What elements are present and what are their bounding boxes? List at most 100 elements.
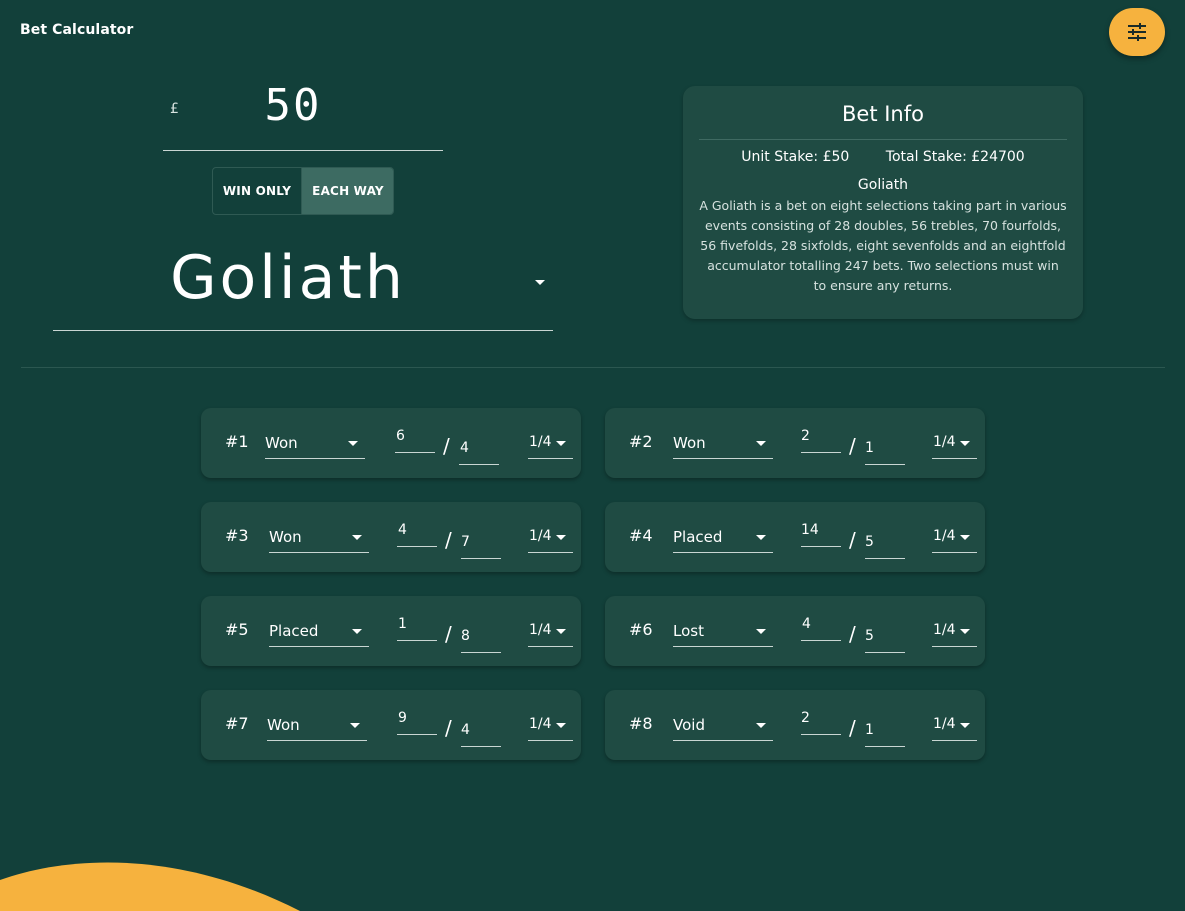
odds-numerator-input[interactable]: 14 <box>801 522 819 538</box>
odds-numerator-input[interactable]: 2 <box>801 428 810 444</box>
odds-slash: / <box>445 528 452 552</box>
each-way-terms-select[interactable]: 1/4 <box>933 622 956 638</box>
odds-denominator-input[interactable]: 1 <box>865 440 874 456</box>
odds-numerator-underline <box>801 546 841 547</box>
each-way-underline <box>528 740 573 741</box>
odds-numerator-underline <box>801 640 841 641</box>
selection-number: #8 <box>629 714 653 733</box>
each-way-underline <box>528 646 573 647</box>
selection-card: #6 Lost 4 / 5 1/4 <box>605 596 985 666</box>
each-way-underline <box>528 458 573 459</box>
odds-slash: / <box>445 716 452 740</box>
odds-denominator-underline <box>461 652 501 653</box>
bet-type-select[interactable]: Goliath <box>53 243 523 313</box>
settings-button[interactable] <box>1109 8 1165 56</box>
odds-denominator-underline <box>865 464 905 465</box>
chevron-down-icon[interactable] <box>556 535 566 540</box>
bet-info-description: A Goliath is a bet on eight selections t… <box>699 198 1067 293</box>
selection-number: #6 <box>629 620 653 639</box>
chevron-down-icon[interactable] <box>960 441 970 446</box>
odds-slash: / <box>849 434 856 458</box>
unit-stake: Unit Stake: £50 <box>741 149 850 165</box>
selection-card: #3 Won 4 / 7 1/4 <box>201 502 581 572</box>
each-way-terms-select[interactable]: 1/4 <box>529 434 552 450</box>
selection-card: #4 Placed 14 / 5 1/4 <box>605 502 985 572</box>
stake-input-underline <box>163 150 443 151</box>
each-way-terms-select[interactable]: 1/4 <box>529 622 552 638</box>
chevron-down-icon[interactable] <box>960 535 970 540</box>
bet-info-title: Bet Info <box>842 102 924 126</box>
each-way-terms-select[interactable]: 1/4 <box>933 434 956 450</box>
odds-denominator-underline <box>461 746 501 747</box>
odds-denominator-input[interactable]: 8 <box>461 628 470 644</box>
odds-denominator-input[interactable]: 4 <box>461 722 470 738</box>
status-underline <box>673 646 773 647</box>
app-title: Bet Calculator <box>20 22 134 38</box>
chevron-down-icon[interactable] <box>348 441 358 446</box>
selection-card: #1 Won 6 / 4 1/4 <box>201 408 581 478</box>
odds-numerator-underline <box>801 452 841 453</box>
chevron-down-icon[interactable] <box>756 629 766 634</box>
status-underline <box>673 552 773 553</box>
win-only-button[interactable]: WIN ONLY <box>213 168 302 214</box>
odds-denominator-input[interactable]: 7 <box>461 534 470 550</box>
chevron-down-icon[interactable] <box>960 629 970 634</box>
chevron-down-icon[interactable] <box>960 723 970 728</box>
chevron-down-icon[interactable] <box>756 723 766 728</box>
chevron-down-icon[interactable] <box>756 535 766 540</box>
odds-slash: / <box>443 434 450 458</box>
status-underline <box>673 458 773 459</box>
status-underline <box>269 552 369 553</box>
status-underline <box>673 740 773 741</box>
selection-number: #4 <box>629 526 653 545</box>
each-way-underline <box>528 552 573 553</box>
selection-card: #5 Placed 1 / 8 1/4 <box>201 596 581 666</box>
chevron-down-icon[interactable] <box>556 723 566 728</box>
selection-card: #2 Won 2 / 1 1/4 <box>605 408 985 478</box>
section-divider <box>21 367 1165 368</box>
bet-mode-toggle: WIN ONLY EACH WAY <box>212 167 394 215</box>
chevron-down-icon[interactable] <box>350 723 360 728</box>
chevron-down-icon[interactable] <box>556 441 566 446</box>
odds-slash: / <box>849 528 856 552</box>
each-way-underline <box>932 646 977 647</box>
odds-denominator-input[interactable]: 4 <box>460 440 469 456</box>
chevron-down-icon[interactable] <box>352 629 362 634</box>
odds-denominator-underline <box>865 652 905 653</box>
bet-info-stakes: Unit Stake: £50 Total Stake: £24700 <box>683 149 1083 165</box>
odds-denominator-input[interactable]: 1 <box>865 722 874 738</box>
odds-numerator-input[interactable]: 6 <box>396 428 405 444</box>
bet-info-card: Bet Info Unit Stake: £50 Total Stake: £2… <box>683 86 1083 319</box>
bet-type-underline <box>53 330 553 331</box>
odds-denominator-underline <box>459 464 499 465</box>
each-way-terms-select[interactable]: 1/4 <box>933 528 956 544</box>
each-way-terms-select[interactable]: 1/4 <box>529 716 552 732</box>
odds-numerator-underline <box>397 640 437 641</box>
selection-number: #5 <box>225 620 249 639</box>
each-way-terms-select[interactable]: 1/4 <box>529 528 552 544</box>
odds-numerator-underline <box>395 452 435 453</box>
chevron-down-icon[interactable] <box>352 535 362 540</box>
odds-numerator-underline <box>801 734 841 735</box>
each-way-underline <box>932 552 977 553</box>
odds-numerator-input[interactable]: 2 <box>801 710 810 726</box>
odds-denominator-input[interactable]: 5 <box>865 628 874 644</box>
status-underline <box>265 458 365 459</box>
odds-numerator-input[interactable]: 9 <box>398 710 407 726</box>
odds-numerator-input[interactable]: 4 <box>802 616 811 632</box>
odds-denominator-input[interactable]: 5 <box>865 534 874 550</box>
each-way-underline <box>932 740 977 741</box>
each-way-underline <box>932 458 977 459</box>
each-way-terms-select[interactable]: 1/4 <box>933 716 956 732</box>
stake-input[interactable]: 50 <box>163 80 423 131</box>
odds-numerator-input[interactable]: 1 <box>398 616 407 632</box>
chevron-down-icon[interactable] <box>535 280 545 285</box>
chevron-down-icon[interactable] <box>556 629 566 634</box>
odds-numerator-input[interactable]: 4 <box>398 522 407 538</box>
status-underline <box>269 646 369 647</box>
each-way-button[interactable]: EACH WAY <box>302 168 393 214</box>
odds-denominator-underline <box>865 558 905 559</box>
odds-slash: / <box>445 622 452 646</box>
odds-denominator-underline <box>865 746 905 747</box>
chevron-down-icon[interactable] <box>756 441 766 446</box>
